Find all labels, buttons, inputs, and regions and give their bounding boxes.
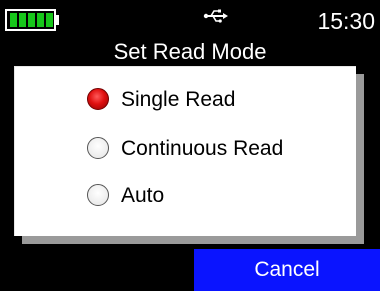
battery-full-icon [5,9,56,31]
radio-selected-icon[interactable] [87,88,109,110]
battery-terminal [56,15,59,25]
read-mode-dialog: Single Read Continuous Read Auto [14,66,356,236]
page-title: Set Read Mode [113,39,267,64]
radio-unselected-icon[interactable] [87,184,109,206]
radio-unselected-icon[interactable] [87,137,109,159]
cancel-button[interactable]: Cancel [194,249,380,291]
status-bar: 15:30 [0,0,380,36]
option-label: Continuous Read [121,137,284,160]
clock: 15:30 [317,8,375,34]
usb-icon [203,9,228,23]
option-label: Auto [121,184,165,207]
option-label: Single Read [121,88,236,111]
